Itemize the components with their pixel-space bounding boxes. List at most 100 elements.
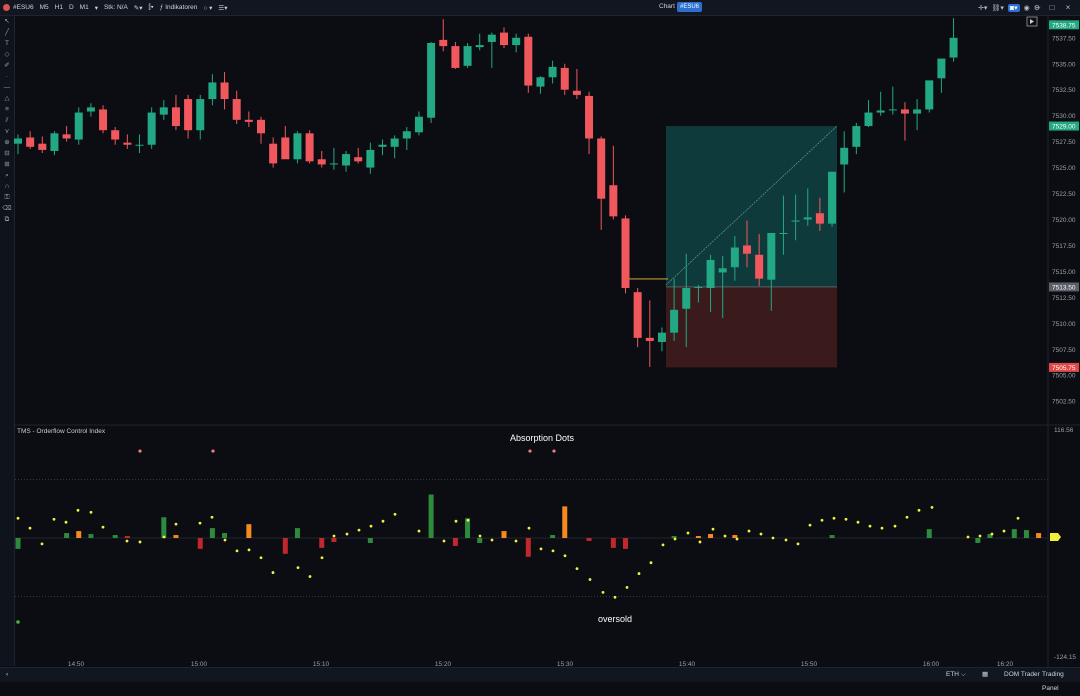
text-tool-icon[interactable]: T <box>0 38 14 49</box>
candle-body <box>414 116 423 133</box>
candle-body <box>815 213 824 224</box>
candle-body <box>706 259 715 288</box>
shape-tool-icon[interactable]: △ <box>0 93 14 104</box>
candle-body <box>597 138 606 199</box>
zoom-tool-icon[interactable]: ⌕ <box>0 170 14 181</box>
grid-tool-icon[interactable]: ⊞ <box>0 159 14 170</box>
tag-tool-icon[interactable]: ◇ <box>0 49 14 60</box>
drawing-tools-icon[interactable]: ✎▾ <box>131 0 146 15</box>
symbol-selector[interactable]: #ESU6 <box>0 0 37 15</box>
channel-tool-icon[interactable]: ⫽ <box>0 115 14 126</box>
stop-zone[interactable] <box>666 286 837 368</box>
oscillator-dot <box>820 518 824 522</box>
minimize-icon[interactable]: – <box>1032 0 1044 15</box>
candle-body <box>281 137 290 160</box>
dom-trader-button[interactable]: DOM Trader <box>1004 668 1040 682</box>
timeframe-m5[interactable]: M5 <box>37 0 52 15</box>
fib-tool-icon[interactable]: ≡ <box>0 104 14 115</box>
top-toolbar: #ESU6 M5 H1 D M1 ▾ Stk: N/A ✎▾ ⫿▾ ƒ Indi… <box>0 0 1080 16</box>
price-tick-label: 7525.00 <box>1052 165 1076 172</box>
candle-body <box>342 154 351 166</box>
candle-body <box>208 82 217 100</box>
oscillator-dot <box>514 539 518 543</box>
candle-body <box>487 34 496 42</box>
lock-icon[interactable]: ⚿ <box>0 192 14 203</box>
oscillator-bar <box>623 538 628 549</box>
drawing-toolbar: ↖ ╱ T ◇ ✐ · — △ ≡ ⫽ ⋎ ⊕ ⊟ ⊞ ⌕ ∩ ⚿ ⌫ ⧉ <box>0 16 15 666</box>
link-icon[interactable]: ⛓▾ <box>991 4 1003 12</box>
price-marker <box>1049 20 1079 30</box>
cursor-icon[interactable]: ↖ <box>0 16 14 27</box>
chevron-down-icon[interactable]: ▾ <box>92 0 101 15</box>
timeframe-h1[interactable]: H1 <box>52 0 66 15</box>
candle-body <box>14 138 22 144</box>
pattern-tool-icon[interactable]: ⋎ <box>0 126 14 137</box>
trading-panel-button[interactable]: Trading Panel <box>1042 668 1080 692</box>
oscillator-bar <box>829 535 835 538</box>
bottom-bar: ‹ ETH ⌵ ▦ DOM Trader Trading Panel <box>0 667 1080 692</box>
settings-icon[interactable]: ☰▾ <box>215 0 230 15</box>
maximize-icon[interactable]: □ <box>1046 0 1058 15</box>
oscillator-bar <box>465 518 471 538</box>
oscillator-bar <box>173 535 179 538</box>
chart-fullscreen-icon[interactable] <box>1026 16 1038 27</box>
layers-icon[interactable]: ⧉ <box>0 214 14 225</box>
candle-body <box>828 171 837 224</box>
candle-body <box>682 288 691 309</box>
candle-body <box>123 142 132 145</box>
absorption-dot <box>552 449 556 453</box>
oscillator-dot <box>369 524 373 528</box>
oscillator-dot <box>723 534 727 538</box>
candle-body <box>475 45 484 48</box>
oscillator-bar <box>428 494 434 538</box>
candle-body <box>439 39 448 47</box>
oversold-annotation: oversold <box>598 614 632 624</box>
oscillator-dot <box>601 590 605 594</box>
hline-tool-icon[interactable]: — <box>0 82 14 93</box>
candle-body <box>232 99 241 120</box>
oscillator-bar <box>987 534 993 538</box>
oscillator-dot <box>296 566 300 570</box>
oscillator-title: TMS - Orderflow Control Index <box>17 428 106 435</box>
price-tick-label: 7537.50 <box>1052 35 1076 42</box>
close-icon[interactable]: × <box>1062 0 1074 15</box>
oscillator-dot <box>89 510 93 514</box>
timeframe-d[interactable]: D <box>66 0 77 15</box>
indicators-button[interactable]: ƒ Indikatoren <box>157 0 201 15</box>
oscillator-dot <box>357 528 361 532</box>
price-marker-label: 7529.00 <box>1052 124 1076 131</box>
magnet-icon[interactable]: ∩ <box>0 181 14 192</box>
oscillator-bar <box>124 536 130 538</box>
brush-tool-icon[interactable]: ✐ <box>0 60 14 71</box>
candle-body <box>512 37 521 46</box>
position-tool-icon[interactable]: ⊟ <box>0 148 14 159</box>
oscillator-dot <box>978 534 982 538</box>
trash-icon[interactable]: ⌫ <box>0 203 14 214</box>
indicators-label: Indikatoren <box>165 4 198 11</box>
timeframe-m1[interactable]: M1 <box>77 0 92 15</box>
oscillator-dot <box>381 519 385 523</box>
oscillator-dot <box>308 575 312 578</box>
oscillator-bar <box>246 524 252 538</box>
crosshair-icon[interactable]: ✛▾ <box>978 4 987 12</box>
eye-icon[interactable]: ◉ <box>1024 4 1030 12</box>
calendar-icon[interactable]: ▦ <box>982 668 988 682</box>
candle-body <box>500 32 508 46</box>
session-selector[interactable]: ETH ⌵ <box>946 668 966 682</box>
chart-style-icon[interactable]: ⫿▾ <box>146 0 157 15</box>
oscillator-dot <box>101 525 105 529</box>
oscillator-dot <box>661 543 665 547</box>
price-tick-label: 7522.50 <box>1052 191 1076 198</box>
price-marker <box>1049 282 1079 292</box>
price-tick-label: 7515.00 <box>1052 269 1076 276</box>
candle-body <box>184 99 193 131</box>
line-tool-icon[interactable]: ╱ <box>0 27 14 38</box>
camera-icon[interactable]: ◙▾ <box>1007 3 1020 12</box>
candle-body <box>888 109 897 111</box>
measure-tool-icon[interactable]: ⊕ <box>0 137 14 148</box>
template-icon[interactable]: ○ ▾ <box>200 0 215 15</box>
price-chart[interactable]: 7537.50 7535.00 7532.50 7530.00 7527.50 7525.… <box>0 0 1080 682</box>
oscillator-dot <box>442 539 446 543</box>
scroll-left-icon[interactable]: ‹ <box>6 668 8 682</box>
target-zone[interactable] <box>666 126 837 287</box>
